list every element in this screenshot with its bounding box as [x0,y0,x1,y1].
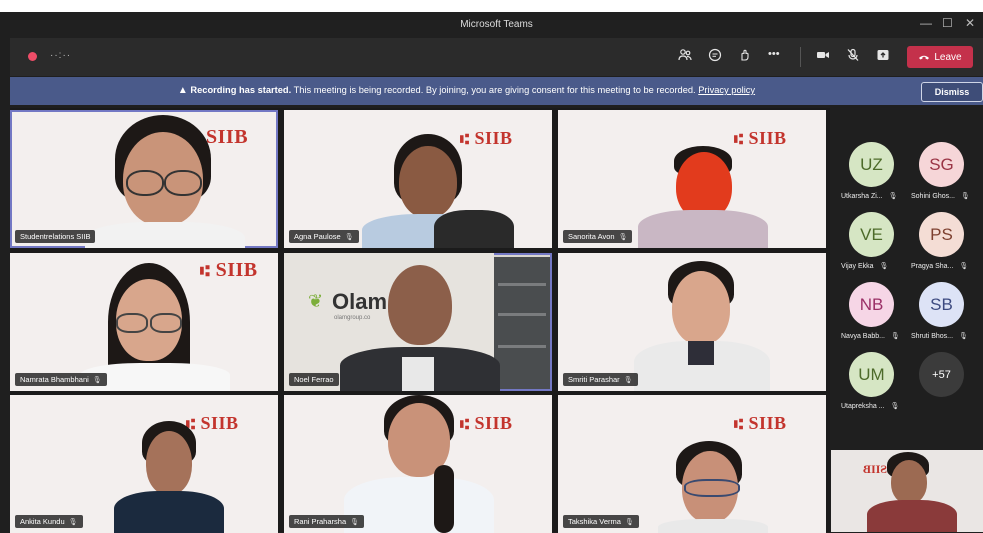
leave-button[interactable]: Leave [907,46,973,68]
participant-name-tag: Rani Praharsha 🎙︎ [289,515,365,528]
self-view: SIIB [831,450,983,532]
roster-name: Sohini Ghos... 🎙︎ [911,193,970,200]
mic-off-icon: 🎙︎ [958,333,968,340]
participant-name: Namrata Bhambhani [20,375,89,384]
mic-off-icon: 🎙︎ [890,333,900,340]
mic-off-icon: 🎙︎ [623,377,633,384]
siib-logo: ⑆ SIIB [460,128,513,148]
video-tile[interactable]: ❦ Olam olamgroup.co Noel Ferrao [284,253,552,391]
participant-name: Rani Praharsha [294,517,347,526]
roster-name: Utkarsha Zi... 🎙︎ [841,193,898,200]
participant-name-tag: Agna Paulose 🎙︎ [289,230,359,243]
avatar[interactable]: SG [919,142,964,187]
more-icon[interactable]: ••• [768,48,780,60]
avatar[interactable]: PS [919,212,964,257]
mic-off-icon: 🎙︎ [68,519,78,526]
participant-name: Agna Paulose [294,232,341,241]
window-title: Microsoft Teams [460,19,533,30]
banner-bold-text: Recording has started. [190,85,292,95]
mic-off-icon: 🎙︎ [618,234,628,241]
roster-name: Vijay Ekka 🎙︎ [841,263,889,270]
siib-logo: ⑆ SIIB [734,128,787,148]
mic-off-icon: 🎙︎ [879,263,889,270]
phone-hangup-icon [919,55,930,60]
share-icon[interactable] [876,48,890,65]
recording-indicator-icon [28,52,37,61]
mic-off-icon: 🎙︎ [624,519,634,526]
olam-url: olamgroup.co [334,315,371,321]
video-tile[interactable]: ⑆ SIIB Sanorita Avon 🎙︎ [558,110,826,248]
roster-name: Shruti Bhos... 🎙︎ [911,333,968,340]
maximize-icon[interactable]: ☐ [942,16,953,30]
participant-name: Noel Ferrao [294,375,334,384]
participant-name-tag: Takshika Verma 🎙︎ [563,515,639,528]
participant-name-tag: Ankita Kundu 🎙︎ [15,515,83,528]
siib-logo: ⑆ SIIB [200,259,258,281]
participant-roster: UZ Utkarsha Zi... 🎙︎ SG Sohini Ghos... 🎙… [831,108,983,448]
more-participants-button[interactable]: +57 [919,352,964,397]
participant-name: Studentrelations SIIB [20,232,91,241]
video-tile[interactable]: ⑆ SIIB Ankita Kundu 🎙︎ [10,395,278,533]
video-tile[interactable]: ⑆ SIIB Namrata Bhambhani 🎙︎ [10,253,278,391]
mic-off-icon[interactable] [846,48,860,65]
participant-name: Smriti Parashar [568,375,620,384]
video-grid: SIIB Studentrelations SIIB ⑆ SIIB Agna P… [10,108,830,533]
participant-name-tag: Namrata Bhambhani 🎙︎ [15,373,107,386]
mic-off-icon: 🎙︎ [92,377,102,384]
meeting-timer: ··:·· [50,50,72,61]
mic-off-icon: 🎙︎ [350,519,360,526]
minimize-icon[interactable]: — [920,16,932,30]
siib-logo-mirrored: SIIB [863,462,888,476]
banner-message: ▲ Recording has started. This meeting is… [10,85,923,96]
roster-name: Navya Babb... 🎙︎ [841,333,900,340]
dismiss-button[interactable]: Dismiss [921,82,983,102]
mic-off-icon: 🎙︎ [959,263,969,270]
video-tile[interactable]: ⑆ SIIB Takshika Verma 🎙︎ [558,395,826,533]
video-tile[interactable]: ⑆ SIIB Agna Paulose 🎙︎ [284,110,552,248]
siib-logo: SIIB [206,126,249,148]
video-tile[interactable]: Smriti Parashar 🎙︎ [558,253,826,391]
siib-logo: ⑆ SIIB [460,413,513,433]
roster-name: Pragya Sha... 🎙︎ [911,263,969,270]
mic-off-icon: 🎙︎ [344,234,354,241]
people-icon[interactable] [678,48,692,65]
participant-name-tag: Studentrelations SIIB [15,230,96,243]
avatar[interactable]: SB [919,282,964,327]
avatar[interactable]: UZ [849,142,894,187]
camera-icon[interactable] [816,48,830,65]
participant-name: Ankita Kundu [20,517,65,526]
privacy-policy-link[interactable]: Privacy policy [698,85,755,95]
avatar[interactable]: VE [849,212,894,257]
toolbar-divider [800,47,801,67]
warning-icon: ▲ [177,85,188,96]
participant-name-tag: Sanorita Avon 🎙︎ [563,230,633,243]
mic-off-icon: 🎙︎ [888,193,898,200]
participant-name-tag: Smriti Parashar 🎙︎ [563,373,638,386]
video-tile[interactable]: SIIB Studentrelations SIIB [10,110,278,248]
avatar[interactable]: NB [849,282,894,327]
title-bar: Microsoft Teams — ☐ ✕ [10,12,983,38]
recording-banner: ▲ Recording has started. This meeting is… [10,77,983,105]
close-icon[interactable]: ✕ [965,16,975,30]
meeting-toolbar: ··:·· ••• Leave [10,38,983,76]
olam-leaf-icon: ❦ [308,291,324,311]
leave-label: Leave [934,51,962,63]
chat-icon[interactable] [708,48,722,65]
participant-name-tag: Noel Ferrao [289,373,339,386]
participant-name: Takshika Verma [568,517,621,526]
participant-name: Sanorita Avon [568,232,615,241]
avatar[interactable]: UM [849,352,894,397]
siib-logo: ⑆ SIIB [186,413,239,433]
mic-off-icon: 🎙︎ [890,403,900,410]
mic-off-icon: 🎙︎ [960,193,970,200]
olam-logo: Olam [332,289,388,314]
banner-text: This meeting is being recorded. By joini… [291,85,699,95]
screen-top-edge [0,0,983,12]
roster-name: Utapreksha ... 🎙︎ [841,403,900,410]
siib-logo: ⑆ SIIB [734,413,787,433]
reactions-icon[interactable] [738,48,752,65]
video-tile[interactable]: ⑆ SIIB Rani Praharsha 🎙︎ [284,395,552,533]
